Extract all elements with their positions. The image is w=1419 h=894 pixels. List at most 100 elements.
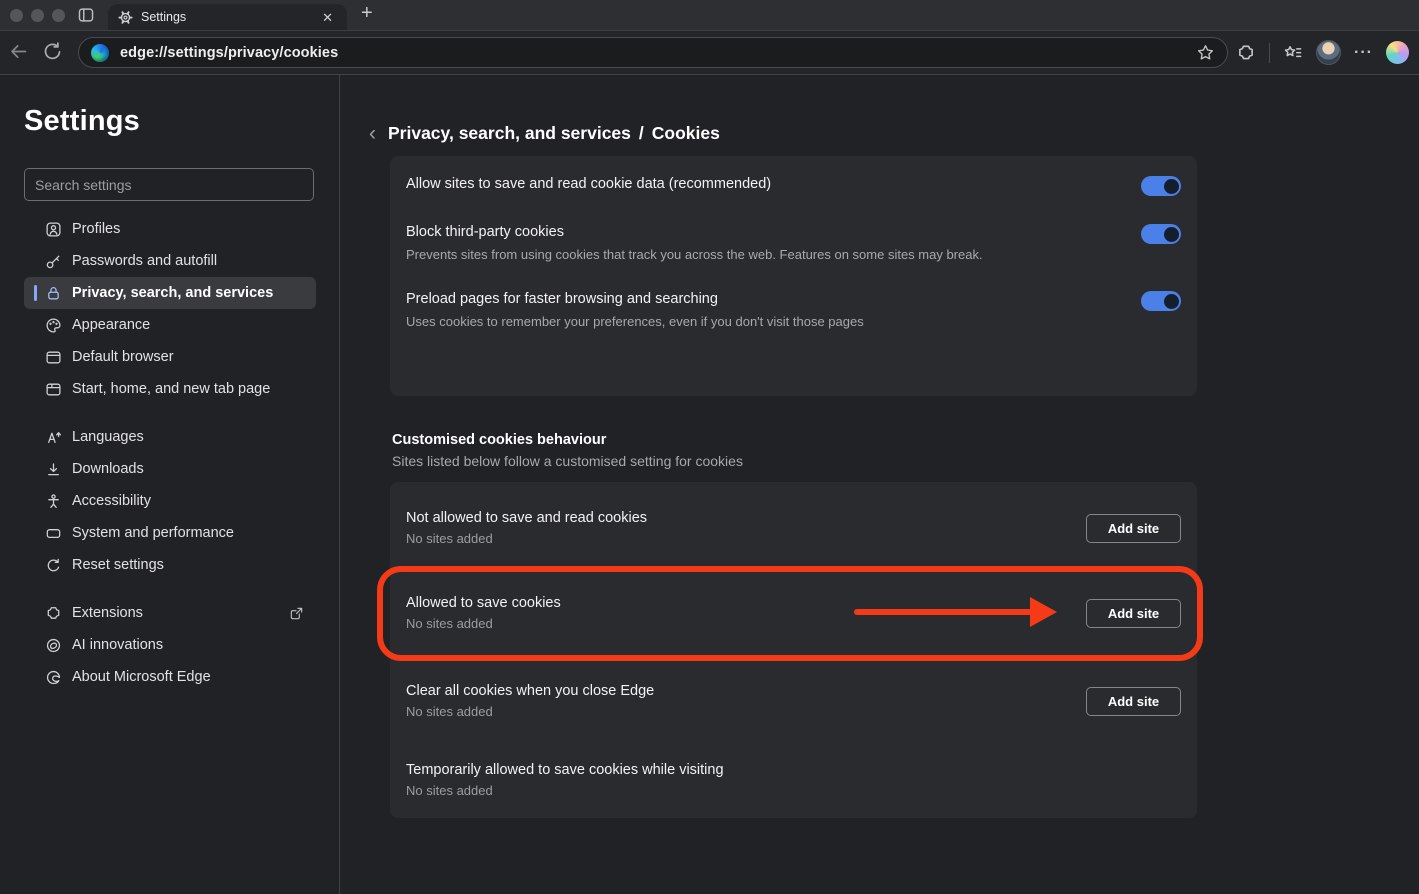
search-settings-input[interactable]: [24, 168, 314, 201]
row-title: Temporarily allowed to save cookies whil…: [406, 762, 724, 778]
row-status: No sites added: [406, 704, 654, 719]
more-menu-icon[interactable]: ···: [1354, 37, 1373, 68]
sidebar-item-default-browser[interactable]: Default browser: [24, 341, 316, 373]
gear-icon: [118, 10, 133, 25]
window-close-button[interactable]: [10, 9, 23, 22]
sidebar-item-label: Default browser: [72, 349, 174, 365]
profiles-icon: [45, 221, 62, 238]
setting-title: Allow sites to save and read cookie data…: [406, 176, 1181, 192]
tab-strip: Settings ✕ +: [0, 0, 1419, 30]
setting-description: Uses cookies to remember your preference…: [406, 314, 1181, 329]
favorites-hub-icon[interactable]: [1283, 43, 1303, 63]
add-site-button-clear[interactable]: Add site: [1086, 687, 1181, 716]
toolbar-separator: [1269, 43, 1270, 63]
tab-actions-menu-icon[interactable]: [77, 6, 95, 24]
add-site-button-allow[interactable]: Add site: [1086, 599, 1181, 628]
ai-innovations-icon: [45, 637, 62, 654]
back-button-icon[interactable]: [8, 41, 29, 62]
sidebar-item-label: Privacy, search, and services: [72, 285, 273, 301]
languages-icon: [45, 429, 62, 446]
sidebar-item-profiles[interactable]: Profiles: [24, 213, 316, 245]
breadcrumb-current: Cookies: [652, 123, 720, 144]
sidebar-item-reset-settings[interactable]: Reset settings: [24, 549, 316, 581]
cookie-settings-card: Allow sites to save and read cookie data…: [390, 156, 1197, 396]
breadcrumb-separator: /: [639, 123, 644, 144]
sidebar-item-about-edge[interactable]: About Microsoft Edge: [24, 661, 316, 693]
sidebar-item-label: Extensions: [72, 605, 143, 621]
row-clear-on-close: Clear all cookies when you close Edge No…: [406, 671, 1181, 731]
row-temporarily-allowed: Temporarily allowed to save cookies whil…: [406, 750, 1181, 810]
breadcrumb-back-icon[interactable]: ‹: [369, 123, 376, 144]
browser-tab-settings[interactable]: Settings ✕: [108, 4, 347, 30]
reload-button-icon[interactable]: [42, 41, 63, 62]
sidebar-item-label: About Microsoft Edge: [72, 669, 211, 685]
toggle-allow-cookies[interactable]: [1141, 176, 1181, 196]
sidebar-item-accessibility[interactable]: Accessibility: [24, 485, 316, 517]
sidebar-nav: Profiles Passwords and autofill Privacy,…: [24, 213, 316, 693]
reset-icon: [45, 557, 62, 574]
edge-browser-window: Settings ✕ + edge://settings/privacy/coo…: [0, 0, 1419, 894]
sidebar-item-system-performance[interactable]: System and performance: [24, 517, 316, 549]
extensions-icon: [45, 605, 62, 622]
setting-title: Preload pages for faster browsing and se…: [406, 291, 1181, 307]
sidebar-item-label: Accessibility: [72, 493, 151, 509]
sidebar-item-downloads[interactable]: Downloads: [24, 453, 316, 485]
profile-avatar[interactable]: [1316, 40, 1341, 65]
window-minimize-button[interactable]: [31, 9, 44, 22]
sidebar-item-ai-innovations[interactable]: AI innovations: [24, 629, 316, 661]
settings-sidebar: Settings Profiles Passwords and autofill…: [0, 75, 340, 894]
custom-cookies-heading: Customised cookies behaviour: [392, 432, 606, 448]
breadcrumb-parent[interactable]: Privacy, search, and services: [388, 123, 631, 144]
setting-row-preload-pages: Preload pages for faster browsing and se…: [406, 291, 1181, 329]
sidebar-title: Settings: [24, 105, 140, 138]
sidebar-item-label: Downloads: [72, 461, 144, 477]
url-text: edge://settings/privacy/cookies: [120, 45, 1196, 61]
toggle-block-third-party[interactable]: [1141, 224, 1181, 244]
custom-cookies-subheading: Sites listed below follow a customised s…: [392, 453, 743, 469]
custom-cookies-card: Not allowed to save and read cookies No …: [390, 482, 1197, 818]
sidebar-item-label: System and performance: [72, 525, 234, 541]
sidebar-item-label: Languages: [72, 429, 144, 445]
sidebar-item-label: Passwords and autofill: [72, 253, 217, 269]
row-title: Clear all cookies when you close Edge: [406, 683, 654, 699]
setting-row-block-third-party: Block third-party cookies Prevents sites…: [406, 224, 1181, 262]
lock-icon: [45, 285, 62, 302]
sidebar-item-label: Appearance: [72, 317, 150, 333]
sidebar-item-passwords[interactable]: Passwords and autofill: [24, 245, 316, 277]
row-status: No sites added: [406, 531, 647, 546]
tab-close-icon[interactable]: ✕: [318, 9, 337, 26]
row-not-allowed: Not allowed to save and read cookies No …: [406, 500, 1181, 556]
sidebar-item-label: Reset settings: [72, 557, 164, 573]
sidebar-item-languages[interactable]: Languages: [24, 421, 316, 453]
key-icon: [45, 253, 62, 270]
window-controls: [10, 9, 65, 22]
address-bar[interactable]: edge://settings/privacy/cookies: [78, 37, 1228, 68]
add-site-button-block[interactable]: Add site: [1086, 514, 1181, 543]
sidebar-item-label: Profiles: [72, 221, 120, 237]
new-tab-button[interactable]: +: [361, 2, 373, 25]
breadcrumb: ‹ Privacy, search, and services / Cookie…: [369, 123, 720, 144]
row-allowed: Allowed to save cookies No sites added A…: [406, 583, 1181, 643]
toolbar-right-icons: ···: [1236, 37, 1409, 68]
new-tab-page-icon: [45, 381, 62, 398]
toggle-preload-pages[interactable]: [1141, 291, 1181, 311]
sidebar-item-extensions[interactable]: Extensions: [24, 597, 316, 629]
extensions-icon[interactable]: [1236, 43, 1256, 63]
sidebar-item-appearance[interactable]: Appearance: [24, 309, 316, 341]
accessibility-icon: [45, 493, 62, 510]
favorite-star-icon[interactable]: [1196, 43, 1215, 62]
palette-icon: [45, 317, 62, 334]
sidebar-item-privacy[interactable]: Privacy, search, and services: [24, 277, 316, 309]
toggle-knob: [1164, 227, 1179, 242]
row-title: Allowed to save cookies: [406, 595, 561, 611]
row-title: Not allowed to save and read cookies: [406, 510, 647, 526]
edge-logo-icon: [45, 669, 62, 686]
sidebar-item-label: Start, home, and new tab page: [72, 381, 270, 397]
copilot-icon[interactable]: [1386, 41, 1409, 64]
browser-window-icon: [45, 349, 62, 366]
window-maximize-button[interactable]: [52, 9, 65, 22]
setting-description: Prevents sites from using cookies that t…: [406, 247, 1181, 262]
sidebar-item-start-home[interactable]: Start, home, and new tab page: [24, 373, 316, 405]
edge-logo-icon: [91, 44, 109, 62]
setting-row-allow-cookies: Allow sites to save and read cookie data…: [406, 176, 1181, 192]
